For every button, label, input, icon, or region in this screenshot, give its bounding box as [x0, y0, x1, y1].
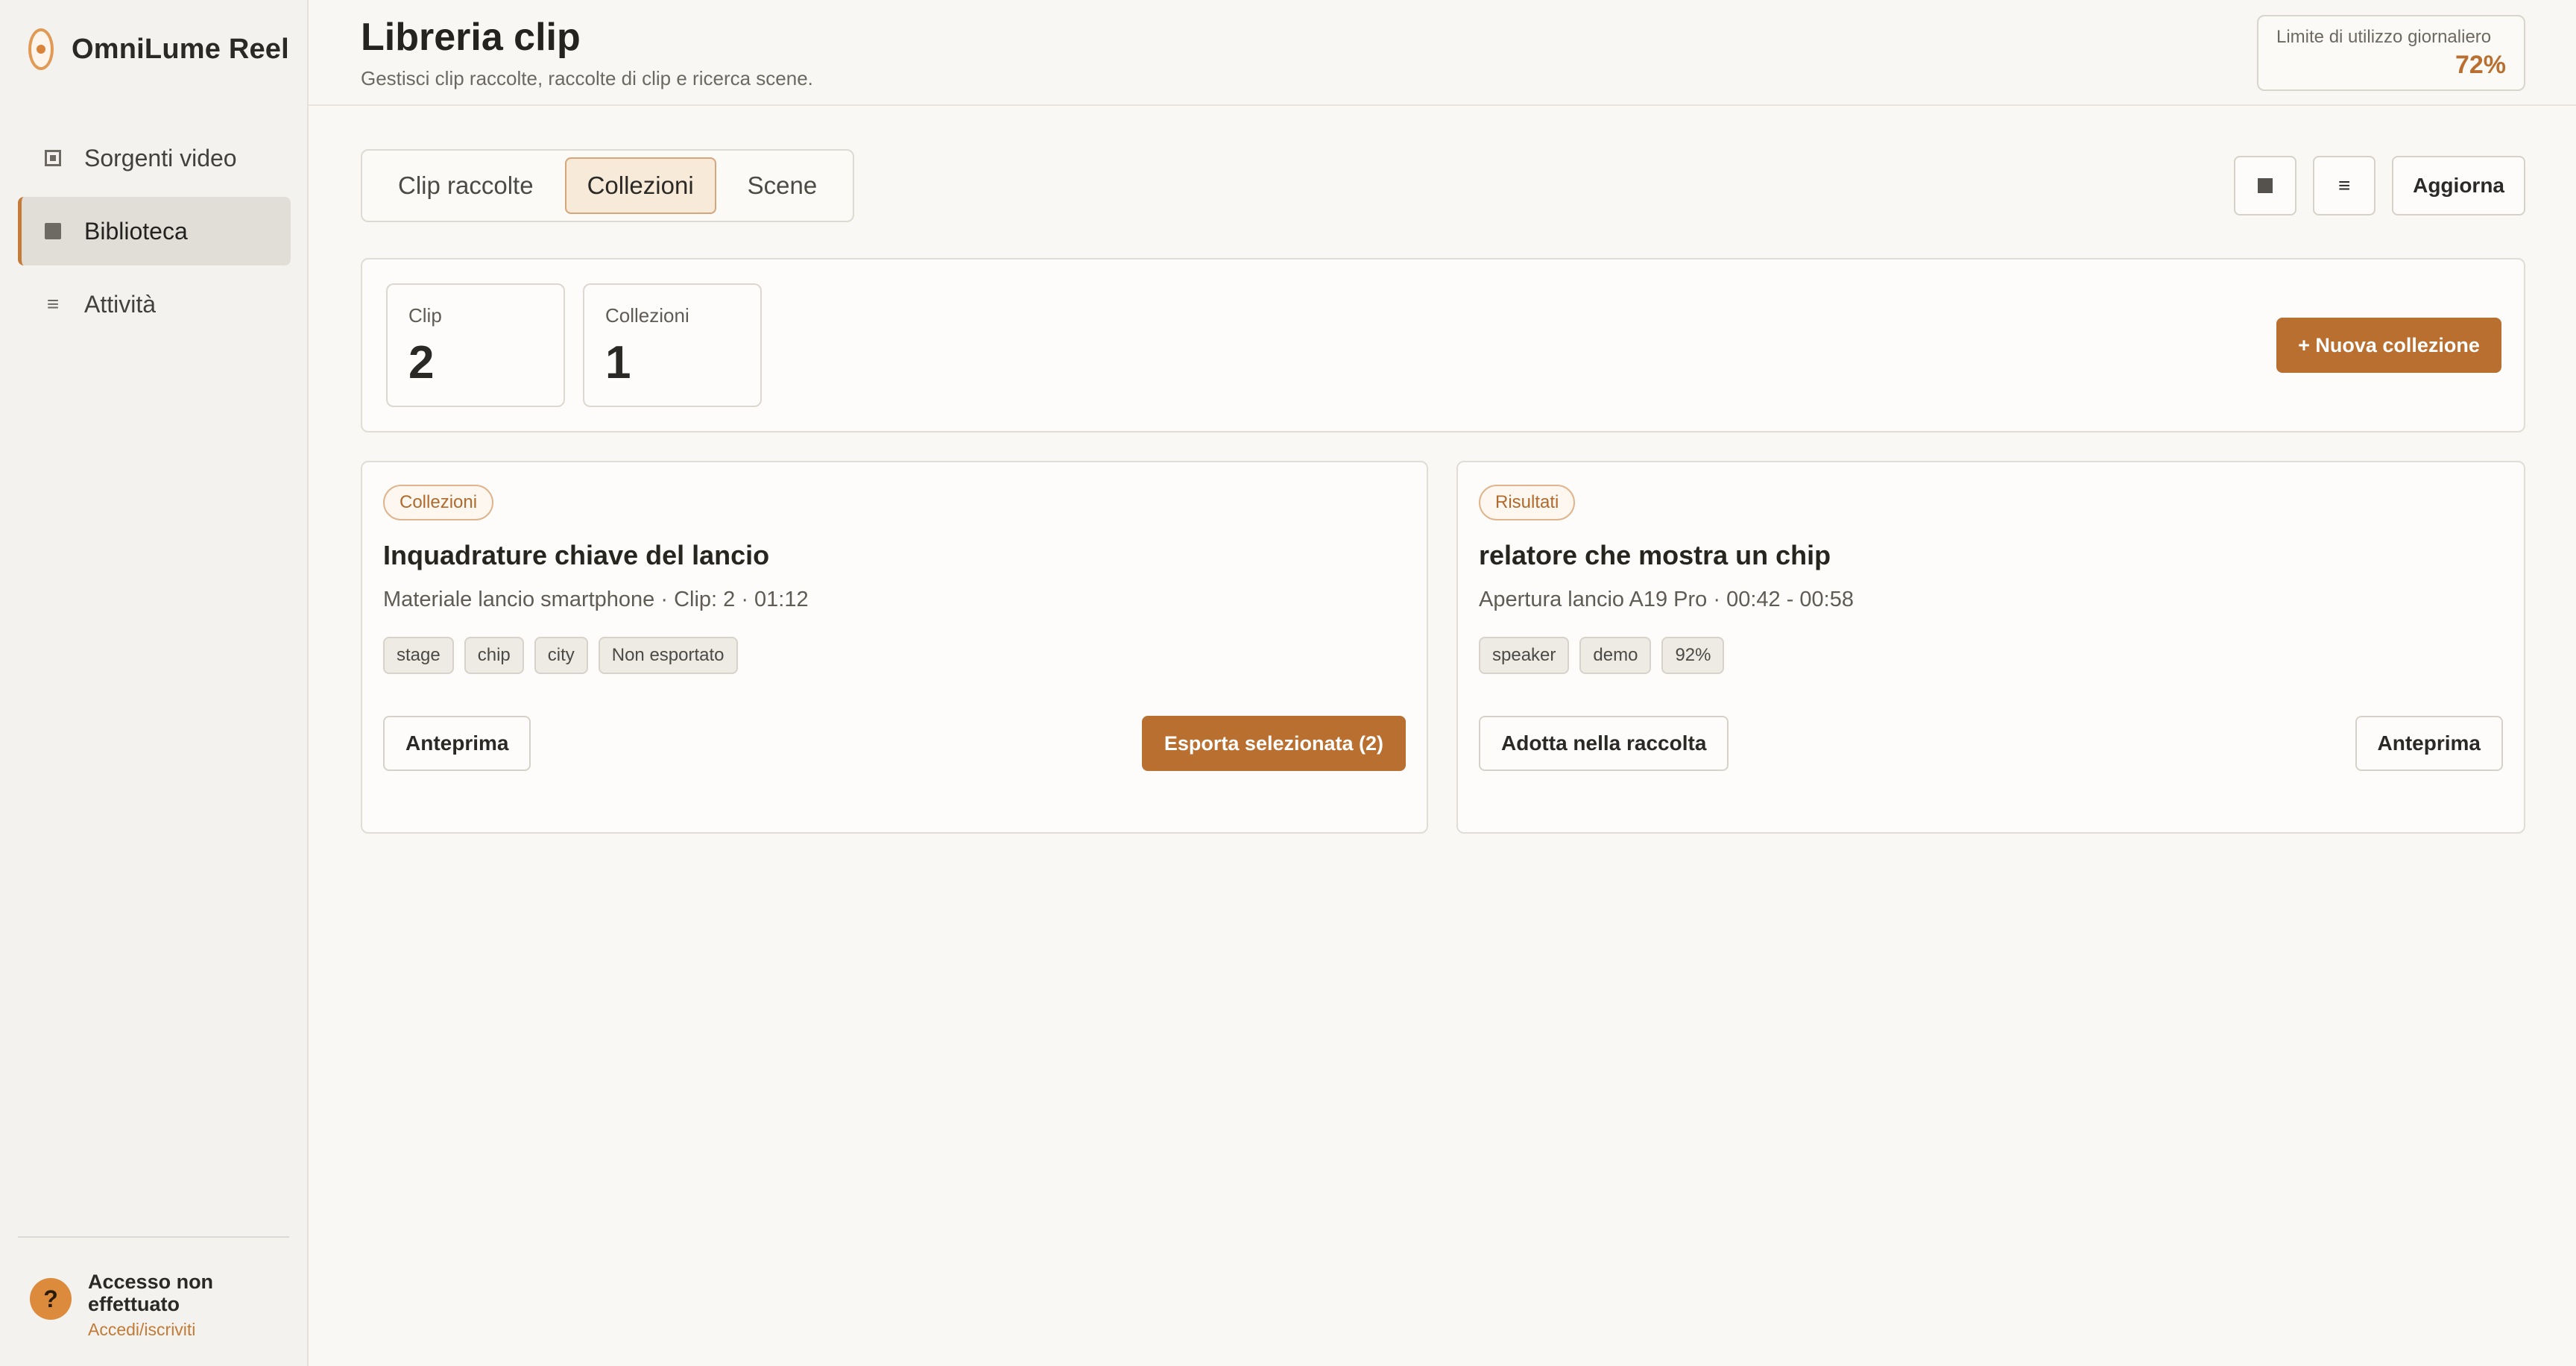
sidebar-item-label: Attività	[84, 290, 157, 318]
usage-limit-box: Limite di utilizzo giornaliero 72%	[2257, 15, 2525, 91]
library-icon	[44, 223, 62, 239]
card-tags: stage chip city Non esportato	[383, 637, 738, 674]
account-panel: ? Accesso non effettuato Accedi/iscrivit…	[30, 1271, 237, 1340]
refresh-button[interactable]: Aggiorna	[2392, 156, 2525, 215]
sidebar-item-label: Biblioteca	[84, 217, 188, 245]
grid-view-button[interactable]	[2234, 156, 2297, 215]
preview-button[interactable]: Anteprima	[2355, 716, 2503, 771]
card-actions: Anteprima Esporta selezionata (2)	[383, 716, 1406, 771]
result-card: Risultati relatore che mostra un chip Ap…	[1456, 461, 2525, 834]
card-meta: Apertura lancio A19 Pro · 00:42 - 00:58	[1479, 588, 1854, 611]
stat-value: 2	[408, 337, 435, 388]
list-view-icon: ≡	[2337, 174, 2351, 197]
list-icon: ≡	[46, 292, 60, 315]
preview-button[interactable]: Anteprima	[383, 716, 531, 771]
stat-value: 1	[605, 337, 631, 388]
avatar[interactable]: ?	[30, 1278, 72, 1320]
sidebar-divider	[18, 1236, 289, 1238]
card-badge: Collezioni	[383, 485, 494, 520]
tag: demo	[1579, 637, 1652, 674]
tag: speaker	[1479, 637, 1570, 674]
brand[interactable]: OmniLume Reel	[28, 28, 289, 70]
collection-card: Collezioni Inquadrature chiave del lanci…	[361, 461, 1428, 834]
video-source-icon	[44, 150, 62, 166]
account-status: Accesso non effettuato	[88, 1271, 214, 1315]
page-header: Libreria clip Gestisci clip raccolte, ra…	[309, 0, 2576, 106]
sidebar-item-label: Sorgenti video	[84, 144, 237, 171]
tab-collected-clips[interactable]: Clip raccolte	[376, 157, 556, 214]
tab-collections[interactable]: Collezioni	[564, 157, 716, 214]
stat-collections: Collezioni 1	[583, 283, 762, 407]
view-controls: ≡ Aggiorna	[2234, 156, 2525, 215]
card-tags: speaker demo 92%	[1479, 637, 1725, 674]
tag: Non esportato	[598, 637, 738, 674]
grid-view-icon	[2258, 178, 2273, 193]
sidebar-item-library[interactable]: Biblioteca	[18, 197, 291, 265]
stat-label: Collezioni	[605, 304, 689, 327]
new-collection-button[interactable]: + Nuova collezione	[2276, 318, 2501, 373]
usage-label: Limite di utilizzo giornaliero	[2276, 27, 2492, 47]
app-root: OmniLume Reel Sorgenti video Biblioteca …	[0, 0, 2576, 1366]
sidebar: OmniLume Reel Sorgenti video Biblioteca …	[0, 0, 309, 1366]
page-title: Libreria clip	[361, 16, 581, 59]
main-content: Libreria clip Gestisci clip raccolte, ra…	[309, 0, 2576, 1366]
usage-value: 72%	[2455, 51, 2506, 79]
tab-bar: Clip raccolte Collezioni Scene	[361, 149, 855, 222]
sidebar-item-video-sources[interactable]: Sorgenti video	[18, 124, 291, 192]
toolbar: Clip raccolte Collezioni Scene ≡ Aggiorn…	[361, 149, 2525, 222]
tag: city	[534, 637, 588, 674]
card-meta: Materiale lancio smartphone · Clip: 2 · …	[383, 588, 809, 611]
page-subtitle: Gestisci clip raccolte, raccolte di clip…	[361, 67, 813, 89]
brand-name: OmniLume Reel	[72, 33, 289, 65]
card-title: relatore che mostra un chip	[1479, 540, 1831, 570]
tag: 92%	[1661, 637, 1725, 674]
card-badge: Risultati	[1479, 485, 1576, 520]
card-actions: Adotta nella raccolta Anteprima	[1479, 716, 2503, 771]
export-selected-button[interactable]: Esporta selezionata (2)	[1141, 716, 1406, 771]
stats-panel: Clip 2 Collezioni 1 + Nuova collezione	[361, 258, 2525, 432]
sidebar-nav: Sorgenti video Biblioteca ≡ Attività	[18, 124, 291, 343]
adopt-into-collection-button[interactable]: Adotta nella raccolta	[1479, 716, 1729, 771]
tab-scenes[interactable]: Scene	[725, 157, 840, 214]
tag: chip	[464, 637, 524, 674]
brand-logo-icon	[28, 28, 54, 70]
stat-label: Clip	[408, 304, 442, 327]
card-title: Inquadrature chiave del lancio	[383, 540, 770, 570]
stat-clips: Clip 2	[386, 283, 565, 407]
sidebar-item-activity[interactable]: ≡ Attività	[18, 270, 291, 339]
login-link[interactable]: Accedi/iscriviti	[88, 1320, 237, 1340]
list-view-button[interactable]: ≡	[2313, 156, 2376, 215]
tag: stage	[383, 637, 454, 674]
